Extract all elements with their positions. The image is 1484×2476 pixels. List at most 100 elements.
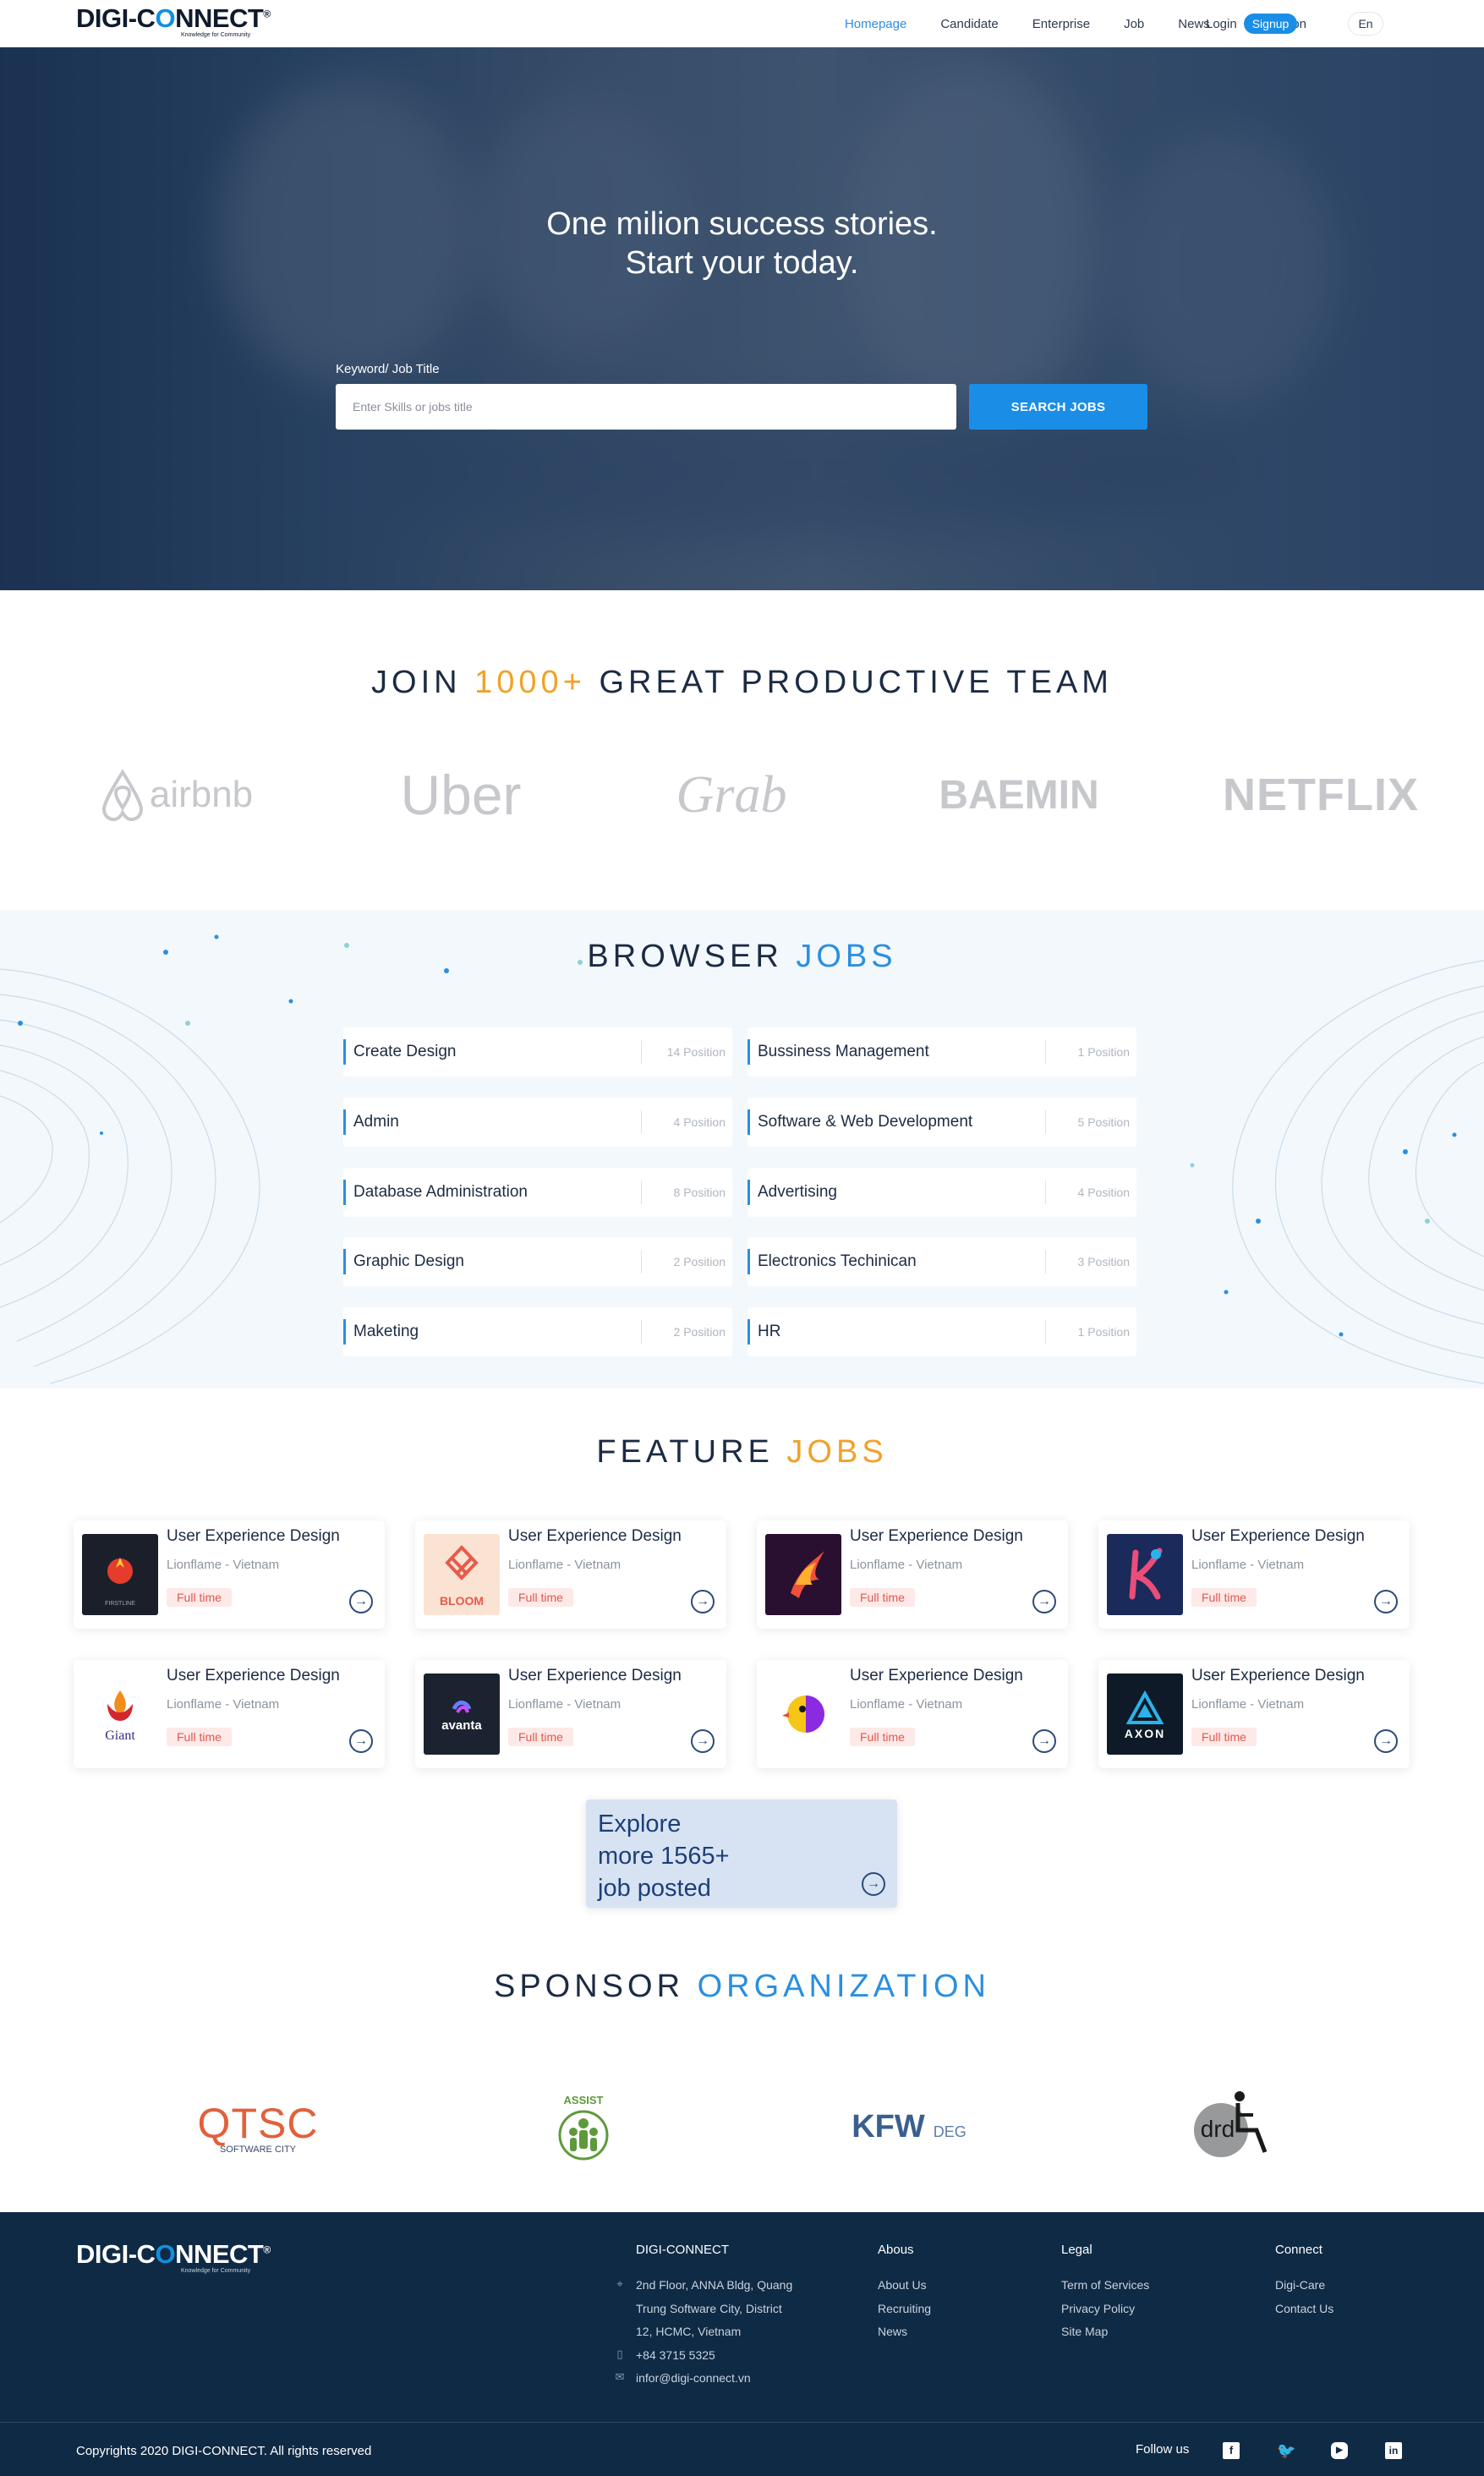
category-item[interactable]: Bussiness Management 1 Position xyxy=(747,1027,1136,1076)
job-card[interactable]: AXON User Experience Design Lionflame - … xyxy=(1098,1660,1410,1768)
job-card[interactable]: avanta User Experience Design Lionflame … xyxy=(415,1660,726,1768)
job-type-badge: Full time xyxy=(1191,1588,1257,1607)
linkedin-icon[interactable]: in xyxy=(1385,2442,1402,2459)
site-logo[interactable]: DIGI-CONNECT® Knowledge for Community xyxy=(76,3,279,41)
partner-logos: airbnb Uber Grab BAEMIN NETFLIX xyxy=(0,744,1484,846)
job-card[interactable]: Giant User Experience Design Lionflame -… xyxy=(74,1660,385,1768)
auth-links: Login Signup xyxy=(1206,14,1298,34)
youtube-icon[interactable]: ▶ xyxy=(1331,2442,1348,2459)
arrow-right-icon[interactable] xyxy=(691,1590,715,1613)
job-card[interactable]: User Experience Design Lionflame - Vietn… xyxy=(757,1660,1068,1768)
follow-us-label: Follow us xyxy=(1136,2442,1190,2457)
keyword-search-input[interactable] xyxy=(336,384,956,430)
footer-link-contact[interactable]: Contact Us xyxy=(1275,2302,1333,2315)
assist-logo: ASSIST xyxy=(541,2080,626,2173)
signup-button[interactable]: Signup xyxy=(1243,14,1298,34)
job-card[interactable]: FIRSTLINE User Experience Design Lionfla… xyxy=(74,1520,385,1629)
airbnb-logo: airbnb xyxy=(91,744,260,846)
kfw-deg-logo: KFW DEG xyxy=(852,2108,967,2145)
arrow-right-icon[interactable] xyxy=(1374,1729,1398,1753)
svg-text:FIRSTLINE: FIRSTLINE xyxy=(105,1601,135,1607)
footer-col-title: Legal xyxy=(1061,2243,1092,2257)
axon-logo: AXON xyxy=(1107,1673,1183,1755)
language-switcher[interactable]: En xyxy=(1348,12,1383,36)
footer-link-about-us[interactable]: About Us xyxy=(878,2278,927,2292)
arrow-right-icon[interactable] xyxy=(1032,1729,1056,1753)
bird-logo xyxy=(765,1673,841,1755)
giant-logo: Giant xyxy=(82,1673,158,1755)
svg-text:avanta: avanta xyxy=(441,1718,482,1733)
job-type-badge: Full time xyxy=(508,1728,573,1746)
category-item[interactable]: Software & Web Development 5 Position xyxy=(747,1098,1136,1147)
job-type-badge: Full time xyxy=(167,1728,232,1746)
footer-address: 2nd Floor, ANNA Bldg, Quang xyxy=(636,2278,793,2292)
category-item[interactable]: Create Design 14 Position xyxy=(343,1027,732,1076)
footer-phone[interactable]: +84 3715 5325 xyxy=(636,2348,715,2362)
category-item[interactable]: Graphic Design 2 Position xyxy=(343,1237,732,1286)
job-card[interactable]: User Experience Design Lionflame - Vietn… xyxy=(757,1520,1068,1629)
category-item[interactable]: Electronics Techinican 3 Position xyxy=(747,1237,1136,1286)
nav-homepage[interactable]: Homepage xyxy=(845,17,906,31)
baemin-logo: BAEMIN xyxy=(939,772,1099,818)
top-navbar: DIGI-CONNECT® Knowledge for Community Ho… xyxy=(0,0,1484,47)
footer-link-sitemap[interactable]: Site Map xyxy=(1061,2325,1108,2338)
arrow-right-icon[interactable] xyxy=(1374,1590,1398,1613)
partners-heading: JOIN 1000+ GREAT PRODUCTIVE TEAM xyxy=(371,665,1113,700)
topographic-background xyxy=(0,934,1484,1384)
category-item[interactable]: Database Administration 8 Position xyxy=(343,1168,732,1217)
search-jobs-button[interactable]: SEARCH JOBS xyxy=(969,384,1147,430)
feature-jobs-heading: FEATURE JOBS xyxy=(596,1434,888,1470)
airbnb-mark-icon xyxy=(101,769,143,821)
hero-title: One milion success stories. Start your t… xyxy=(546,206,938,281)
footer-link-terms[interactable]: Term of Services xyxy=(1061,2278,1149,2292)
site-footer: DIGI-CONNECT® Knowledge for Community DI… xyxy=(0,2212,1484,2476)
footer-link-digi-care[interactable]: Digi-Care xyxy=(1275,2278,1325,2292)
uber-logo: Uber xyxy=(400,764,522,826)
footer-logo[interactable]: DIGI-CONNECT® Knowledge for Community xyxy=(76,2239,279,2276)
job-card[interactable]: User Experience Design Lionflame - Vietn… xyxy=(1098,1520,1410,1629)
footer-col-title: Abous xyxy=(878,2243,914,2257)
phoenix-logo xyxy=(765,1534,841,1615)
nav-enterprise[interactable]: Enterprise xyxy=(1032,17,1090,31)
twitter-icon[interactable]: 🐦 xyxy=(1277,2442,1295,2459)
arrow-right-icon[interactable] xyxy=(1032,1590,1056,1613)
category-item[interactable]: Admin 4 Position xyxy=(343,1098,732,1147)
qtsc-logo: QTSC SOFTWARE CITY xyxy=(197,2100,319,2155)
drd-logo: drd xyxy=(1175,2080,1285,2173)
footer-link-news[interactable]: News xyxy=(878,2325,907,2338)
login-link[interactable]: Login xyxy=(1206,17,1237,31)
location-pin-icon: ⌖ xyxy=(616,2277,623,2290)
grab-logo: Grab xyxy=(676,765,787,824)
category-item[interactable]: Advertising 4 Position xyxy=(747,1168,1136,1217)
copyright-text: Copyrights 2020 DIGI-CONNECT. All rights… xyxy=(76,2444,372,2458)
arrow-right-icon[interactable] xyxy=(349,1729,373,1753)
bloom-logo: BLOOM xyxy=(424,1534,500,1615)
arrow-right-icon[interactable] xyxy=(691,1729,715,1753)
nav-job[interactable]: Job xyxy=(1124,17,1144,31)
footer-address: Trung Software City, District xyxy=(636,2302,782,2315)
sponsor-heading: SPONSOR ORGANIZATION xyxy=(493,1969,991,2004)
avanta-logo: avanta xyxy=(424,1673,500,1755)
netflix-logo: NETFLIX xyxy=(1223,770,1419,820)
svg-text:AXON: AXON xyxy=(1125,1727,1165,1740)
category-item[interactable]: HR 1 Position xyxy=(747,1307,1136,1356)
footer-link-privacy[interactable]: Privacy Policy xyxy=(1061,2302,1135,2315)
k-runner-logo xyxy=(1107,1534,1183,1615)
category-item[interactable]: Maketing 2 Position xyxy=(343,1307,732,1356)
arrow-right-icon[interactable] xyxy=(862,1872,885,1896)
job-type-badge: Full time xyxy=(850,1728,915,1746)
facebook-icon[interactable]: f xyxy=(1223,2442,1240,2459)
job-type-badge: Full time xyxy=(167,1588,232,1607)
svg-text:drd: drd xyxy=(1201,2116,1235,2142)
footer-address: 12, HCMC, Vietnam xyxy=(636,2325,742,2338)
svg-text:BLOOM: BLOOM xyxy=(440,1594,484,1608)
nav-candidate[interactable]: Candidate xyxy=(940,17,998,31)
explore-more-jobs-card[interactable]: Explore more 1565+ job posted xyxy=(586,1799,897,1908)
svg-text:Giant: Giant xyxy=(105,1728,135,1743)
browse-jobs-heading: BROWSER JOBS xyxy=(587,939,897,974)
mail-icon: ✉ xyxy=(615,2370,625,2383)
job-card[interactable]: BLOOM User Experience Design Lionflame -… xyxy=(415,1520,726,1629)
footer-link-recruiting[interactable]: Recruiting xyxy=(878,2302,931,2315)
footer-email[interactable]: infor@digi-connect.vn xyxy=(636,2371,751,2385)
arrow-right-icon[interactable] xyxy=(349,1590,373,1613)
